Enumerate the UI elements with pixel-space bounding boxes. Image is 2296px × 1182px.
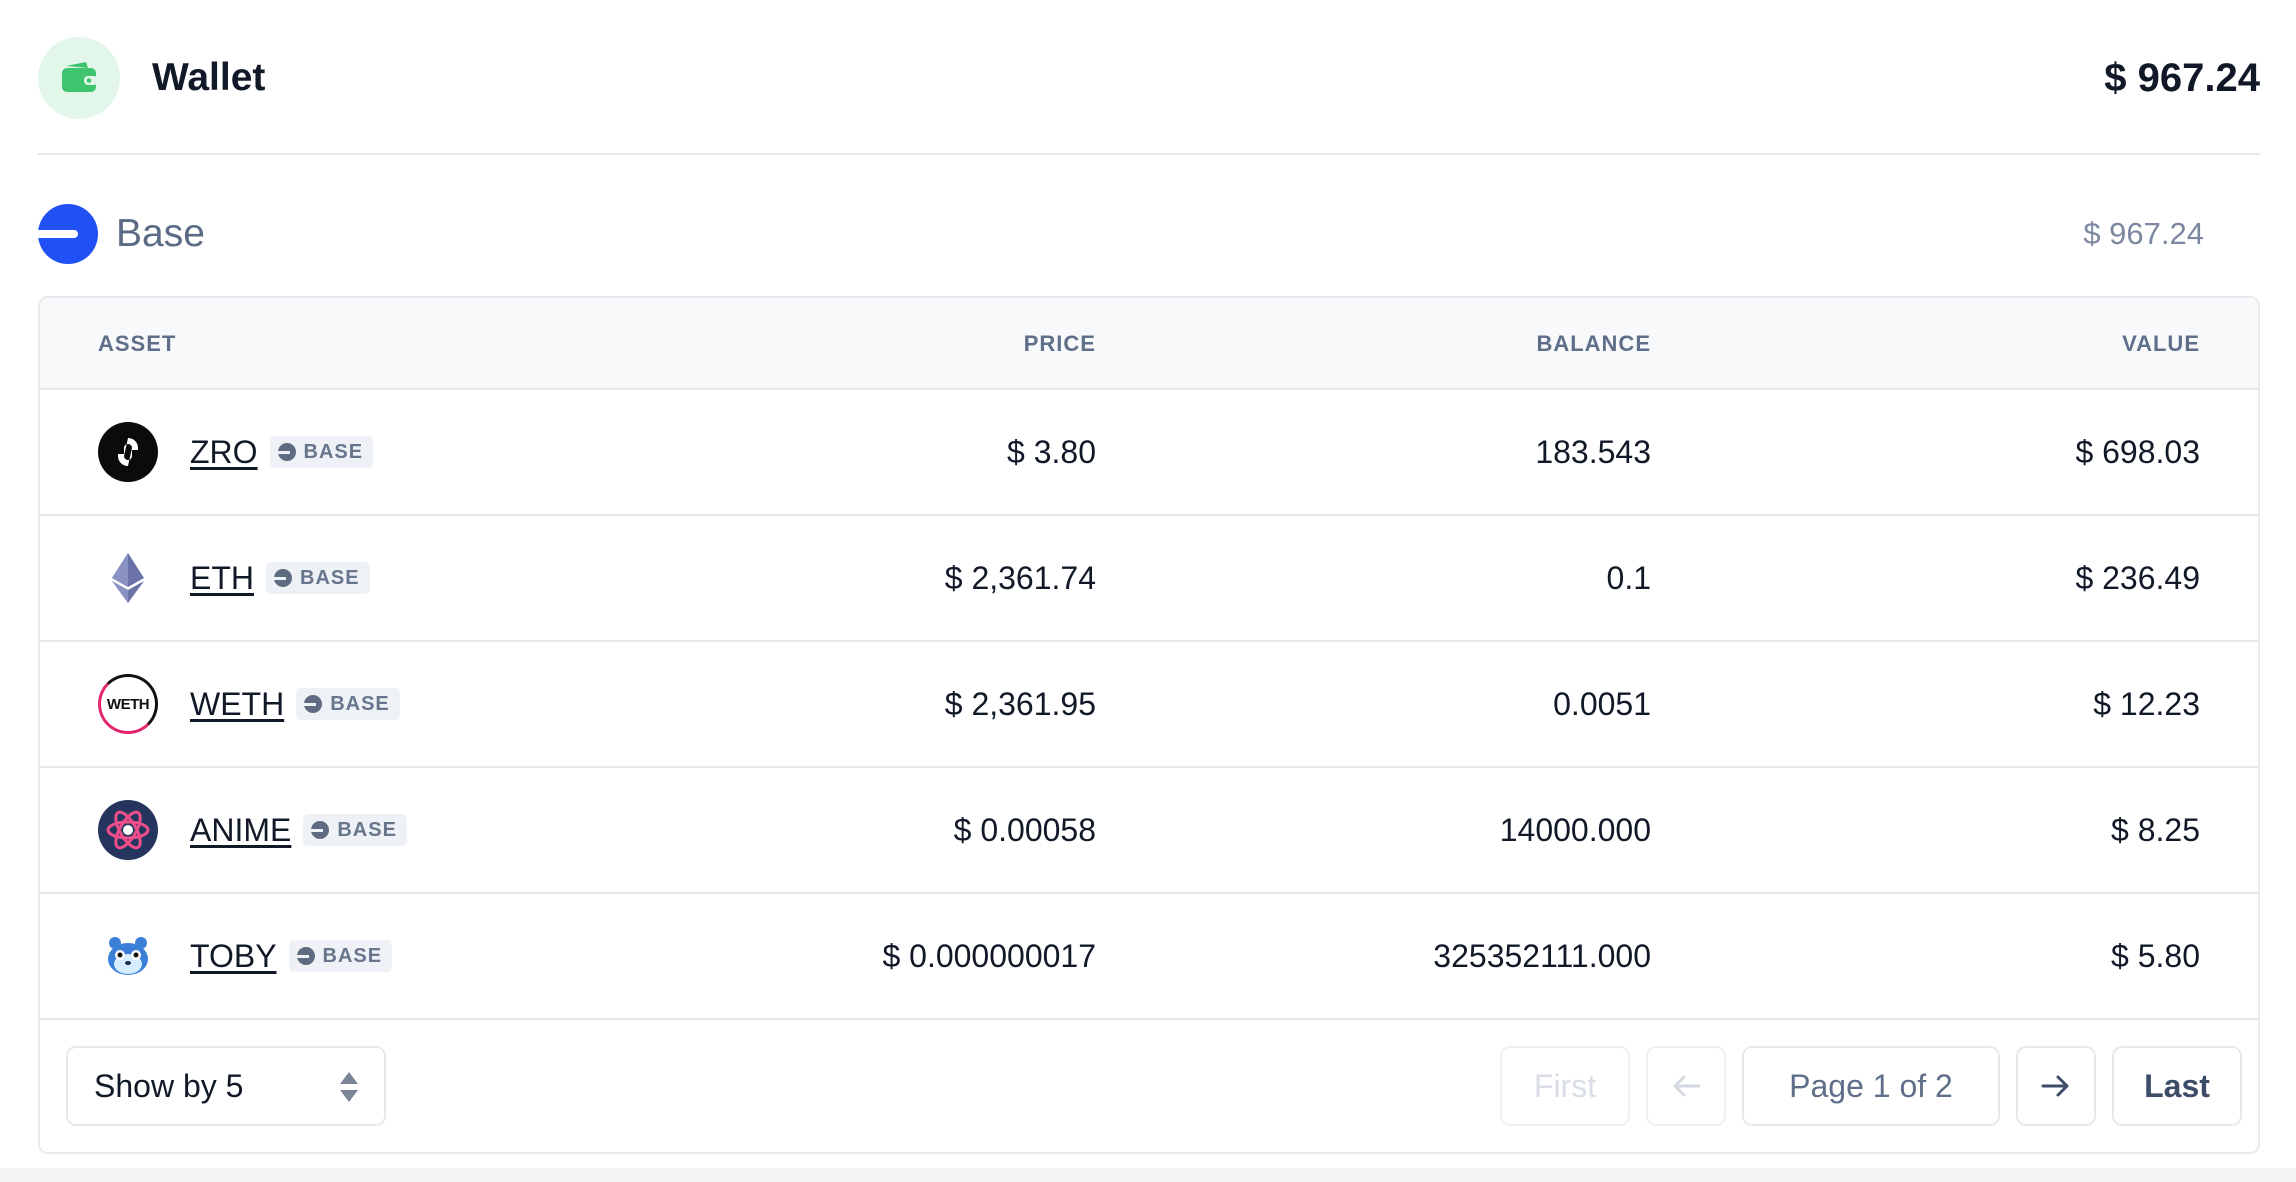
toby-token-icon [98,926,158,986]
bottom-strip [0,1168,2296,1182]
price-cell: $ 3.80 [1007,434,1096,470]
base-chain-icon [304,695,323,713]
asset-cell: TOBY BASE [98,894,393,1018]
select-arrows-icon [340,1070,358,1104]
value-cell: $ 698.03 [2075,434,2200,470]
wallet-total-value: $ 967.24 [2104,55,2260,100]
wallet-title: Wallet [152,56,266,99]
table-footer: Show by 5 First Page 1 of 2 Last [40,1020,2258,1152]
token-link-anime[interactable]: ANIME [190,768,291,892]
zro-token-icon [98,422,158,482]
network-title-group: Base [38,204,205,264]
table-header-row: ASSET PRICE BALANCE VALUE [40,298,2258,390]
eth-token-icon [98,548,158,608]
balance-cell: 14000.000 [1499,812,1651,848]
token-link-eth[interactable]: ETH [190,516,254,640]
chain-badge: BASE [296,688,400,720]
base-network-icon [38,204,98,264]
weth-logo-text: WETH [106,695,150,713]
value-cell: $ 5.80 [2111,938,2200,974]
arrow-right-icon [2041,1075,2069,1097]
chain-badge: BASE [269,436,374,468]
chain-badge-label: BASE [337,819,397,841]
base-chain-icon [277,443,296,461]
table-row: TOBY BASE $ 0.000000017 325352111.000 $ … [40,894,2258,1020]
wallet-icon [38,37,120,119]
chain-badge-label: BASE [330,693,390,715]
last-page-button[interactable]: Last [2112,1046,2242,1126]
balance-cell: 0.0051 [1553,686,1651,722]
chain-badge: BASE [288,940,393,972]
column-header-price: PRICE [1023,331,1096,356]
table-row: ANIME BASE $ 0.00058 14000.000 $ 8.25 [40,768,2258,894]
wallet-title-group: Wallet [38,37,265,119]
chain-badge: BASE [303,814,407,846]
value-cell: $ 8.25 [2111,812,2200,848]
assets-table: ASSET PRICE BALANCE VALUE ZRO BASE $ 3.8… [38,296,2260,1154]
column-header-value: VALUE [2122,331,2200,356]
asset-cell: WETH WETH BASE [98,642,400,766]
token-link-zro[interactable]: ZRO [190,390,258,514]
token-link-toby[interactable]: TOBY [190,894,277,1018]
previous-page-button[interactable] [1646,1046,1726,1126]
next-page-button[interactable] [2016,1046,2096,1126]
asset-cell: ANIME BASE [98,768,407,892]
price-cell: $ 2,361.95 [944,686,1096,722]
price-cell: $ 0.00058 [953,812,1096,848]
table-row: ETH BASE $ 2,361.74 0.1 $ 236.49 [40,516,2258,642]
first-page-button[interactable]: First [1500,1046,1630,1126]
balance-cell: 183.543 [1535,434,1651,470]
column-header-asset: ASSET [98,331,177,356]
table-row: WETH WETH BASE $ 2,361.95 0.0051 $ 12.23 [40,642,2258,768]
page-indicator: Page 1 of 2 [1742,1046,2000,1126]
price-cell: $ 0.000000017 [882,938,1096,974]
base-chain-icon [311,821,330,839]
base-chain-icon [296,947,315,965]
network-total-value: $ 967.24 [2083,216,2204,251]
network-section-header: Base $ 967.24 [38,204,2204,264]
anime-token-icon [98,800,158,860]
page-size-label: Show by 5 [94,1067,244,1104]
chain-badge-label: BASE [300,567,360,589]
chain-badge: BASE [266,562,370,594]
wallet-header: Wallet $ 967.24 [38,24,2260,132]
balance-cell: 325352111.000 [1433,938,1651,974]
price-cell: $ 2,361.74 [944,560,1096,596]
page-size-select[interactable]: Show by 5 [66,1046,386,1126]
chain-badge-label: BASE [303,441,364,463]
chain-badge-label: BASE [322,945,383,967]
weth-token-icon: WETH [98,674,158,734]
header-divider [38,153,2260,155]
base-chain-icon [274,569,292,587]
network-name: Base [116,212,205,255]
arrow-left-icon [1673,1075,1701,1097]
asset-cell: ZRO BASE [98,390,374,514]
value-cell: $ 12.23 [2093,686,2200,722]
asset-cell: ETH BASE [98,516,370,640]
table-row: ZRO BASE $ 3.80 183.543 $ 698.03 [40,390,2258,516]
value-cell: $ 236.49 [2075,560,2200,596]
column-header-balance: BALANCE [1536,331,1651,356]
balance-cell: 0.1 [1606,560,1651,596]
token-link-weth[interactable]: WETH [190,642,284,766]
